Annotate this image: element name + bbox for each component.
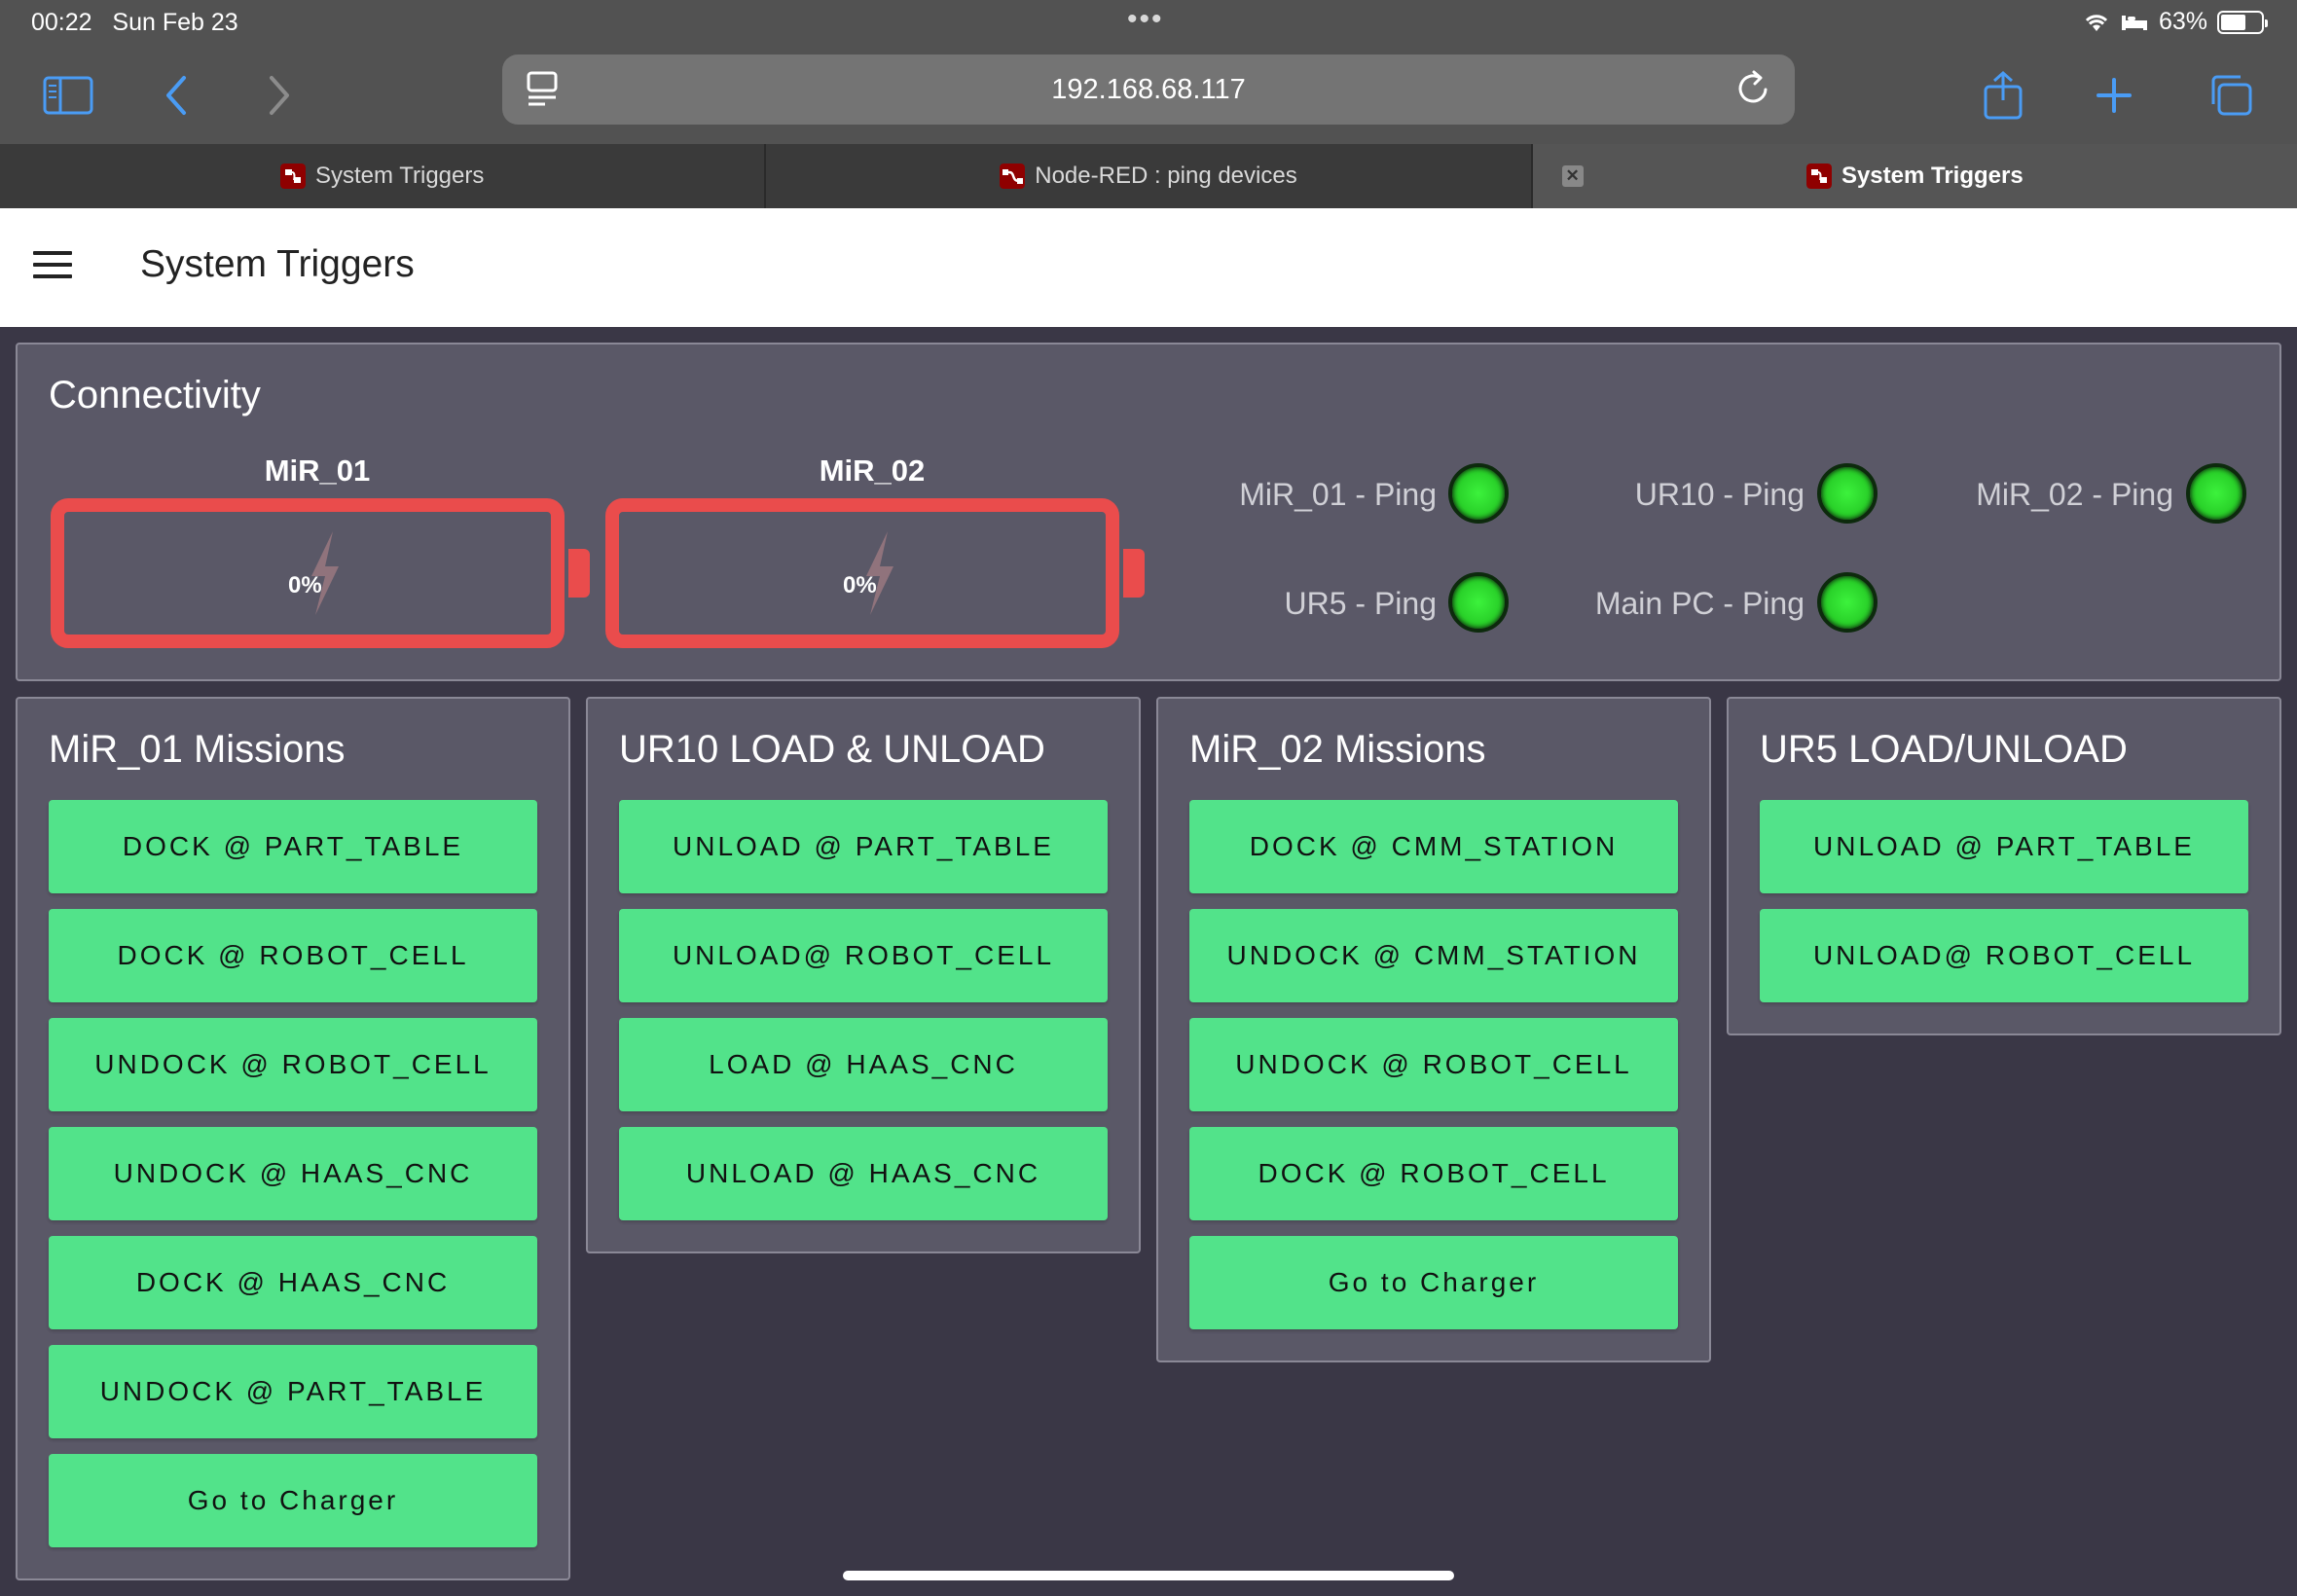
node-red-favicon-icon	[1805, 163, 1832, 189]
mir02-undock-cmm-station-button[interactable]: UNDOCK @ CMM_STATION	[1189, 909, 1678, 1002]
ur5-load-unload-card: UR5 LOAD/UNLOAD UNLOAD @ PART_TABLE UNLO…	[1727, 697, 2281, 1035]
page-menu-icon[interactable]	[526, 70, 559, 109]
battery-label-mir02: MiR_02	[819, 453, 926, 488]
tab-node-red-ping[interactable]: Node-RED : ping devices	[766, 144, 1533, 208]
card-title: UR5 LOAD/UNLOAD	[1760, 728, 2128, 771]
battery-terminal	[1123, 549, 1145, 598]
sidebar-toggle-icon[interactable]	[39, 66, 97, 125]
status-time: 00:22 Sun Feb 23	[31, 9, 238, 37]
menu-icon[interactable]	[33, 251, 72, 284]
mir01-undock-part-table-button[interactable]: UNDOCK @ PART_TABLE	[49, 1345, 537, 1438]
ping-led-ur5	[1448, 572, 1509, 633]
ur10-unload-haas-cnc-button[interactable]: UNLOAD @ HAAS_CNC	[619, 1127, 1108, 1220]
battery-percent-mir02: 0%	[843, 572, 877, 598]
battery-icon	[2217, 10, 2268, 34]
mir02-dock-robot-cell-button[interactable]: DOCK @ ROBOT_CELL	[1189, 1127, 1678, 1220]
mir01-dock-haas-cnc-button[interactable]: DOCK @ HAAS_CNC	[49, 1236, 537, 1329]
battery-terminal	[568, 549, 590, 598]
battery-fill	[2221, 14, 2246, 30]
browser-toolbar: 192.168.68.117	[0, 49, 2297, 144]
focus-bed-icon	[2121, 15, 2147, 30]
ping-label-mir02: MiR_02 - Ping	[1976, 477, 2173, 512]
connectivity-card: Connectivity MiR_01 0% MiR_02 0% MiR_01 …	[16, 343, 2281, 681]
mir02-undock-robot-cell-button[interactable]: UNDOCK @ ROBOT_CELL	[1189, 1018, 1678, 1111]
ur5-unload-robot-cell-button[interactable]: UNLOAD@ ROBOT_CELL	[1760, 909, 2248, 1002]
status-right: 63%	[2083, 8, 2268, 36]
tab-label: System Triggers	[1841, 163, 2024, 189]
ping-label-ur5: UR5 - Ping	[1284, 586, 1438, 621]
ur10-unload-part-table-button[interactable]: UNLOAD @ PART_TABLE	[619, 800, 1108, 893]
node-red-favicon-icon	[279, 163, 306, 189]
battery-gauge-mir01: 0%	[51, 498, 590, 648]
mir01-undock-haas-cnc-button[interactable]: UNDOCK @ HAAS_CNC	[49, 1127, 537, 1220]
node-red-favicon-icon	[1000, 163, 1026, 189]
forward-icon[interactable]	[249, 66, 308, 125]
wifi-icon	[2085, 14, 2108, 31]
tab-label: System Triggers	[314, 163, 485, 189]
share-icon[interactable]	[1974, 66, 2032, 125]
multitasking-dots-icon[interactable]: •••	[1127, 5, 1164, 34]
mir01-undock-robot-cell-button[interactable]: UNDOCK @ ROBOT_CELL	[49, 1018, 537, 1111]
battery-label-mir01: MiR_01	[264, 453, 371, 488]
home-indicator[interactable]	[843, 1571, 1454, 1580]
tab-label: Node-RED : ping devices	[1035, 163, 1297, 189]
ping-label-main-pc: Main PC - Ping	[1594, 586, 1805, 621]
ur5-unload-part-table-button[interactable]: UNLOAD @ PART_TABLE	[1760, 800, 2248, 893]
ping-led-mir02	[2186, 463, 2246, 524]
tab-overview-icon[interactable]	[2202, 66, 2260, 125]
ur10-load-haas-cnc-button[interactable]: LOAD @ HAAS_CNC	[619, 1018, 1108, 1111]
battery-gauge-mir02: 0%	[605, 498, 1145, 648]
new-tab-icon[interactable]	[2085, 66, 2143, 125]
ping-led-main-pc	[1817, 572, 1878, 633]
tab-system-triggers-1[interactable]: System Triggers	[0, 144, 767, 208]
card-title: UR10 LOAD & UNLOAD	[619, 728, 1045, 771]
ping-led-mir01	[1448, 463, 1509, 524]
tab-system-triggers-active[interactable]: ✕ System Triggers	[1532, 144, 2297, 208]
address-bar[interactable]: 192.168.68.117	[502, 54, 1795, 125]
ping-label-mir01: MiR_01 - Ping	[1239, 477, 1437, 512]
battery-percent: 63%	[2158, 8, 2207, 35]
status-bar: 00:22 Sun Feb 23 ••• 63%	[0, 0, 2297, 49]
mir01-missions-card: MiR_01 Missions DOCK @ PART_TABLE DOCK @…	[16, 697, 570, 1580]
mir01-dock-part-table-button[interactable]: DOCK @ PART_TABLE	[49, 800, 537, 893]
page-title: System Triggers	[140, 243, 415, 285]
back-icon[interactable]	[148, 66, 206, 125]
browser-tab-bar: System Triggers Node-RED : ping devices …	[0, 144, 2297, 208]
ping-led-ur10	[1817, 463, 1878, 524]
close-tab-icon[interactable]: ✕	[1561, 165, 1584, 187]
mir02-go-to-charger-button[interactable]: Go to Charger	[1189, 1236, 1678, 1329]
ur10-unload-robot-cell-button[interactable]: UNLOAD@ ROBOT_CELL	[619, 909, 1108, 1002]
card-title: MiR_02 Missions	[1189, 728, 1486, 771]
date-text: Sun Feb 23	[112, 9, 238, 36]
card-title: Connectivity	[49, 374, 261, 417]
url-text: 192.168.68.117	[1051, 73, 1246, 105]
mir02-dock-cmm-station-button[interactable]: DOCK @ CMM_STATION	[1189, 800, 1678, 893]
card-title: MiR_01 Missions	[49, 728, 346, 771]
mir01-go-to-charger-button[interactable]: Go to Charger	[49, 1454, 537, 1547]
mir02-missions-card: MiR_02 Missions DOCK @ CMM_STATION UNDOC…	[1156, 697, 1711, 1362]
ur10-load-unload-card: UR10 LOAD & UNLOAD UNLOAD @ PART_TABLE U…	[586, 697, 1141, 1253]
time-text: 00:22	[31, 9, 92, 36]
ping-label-ur10: UR10 - Ping	[1634, 477, 1805, 512]
battery-percent-mir01: 0%	[288, 572, 322, 598]
mir01-dock-robot-cell-button[interactable]: DOCK @ ROBOT_CELL	[49, 909, 537, 1002]
reload-icon[interactable]	[1734, 68, 1773, 109]
dashboard-header: System Triggers	[0, 208, 2297, 327]
